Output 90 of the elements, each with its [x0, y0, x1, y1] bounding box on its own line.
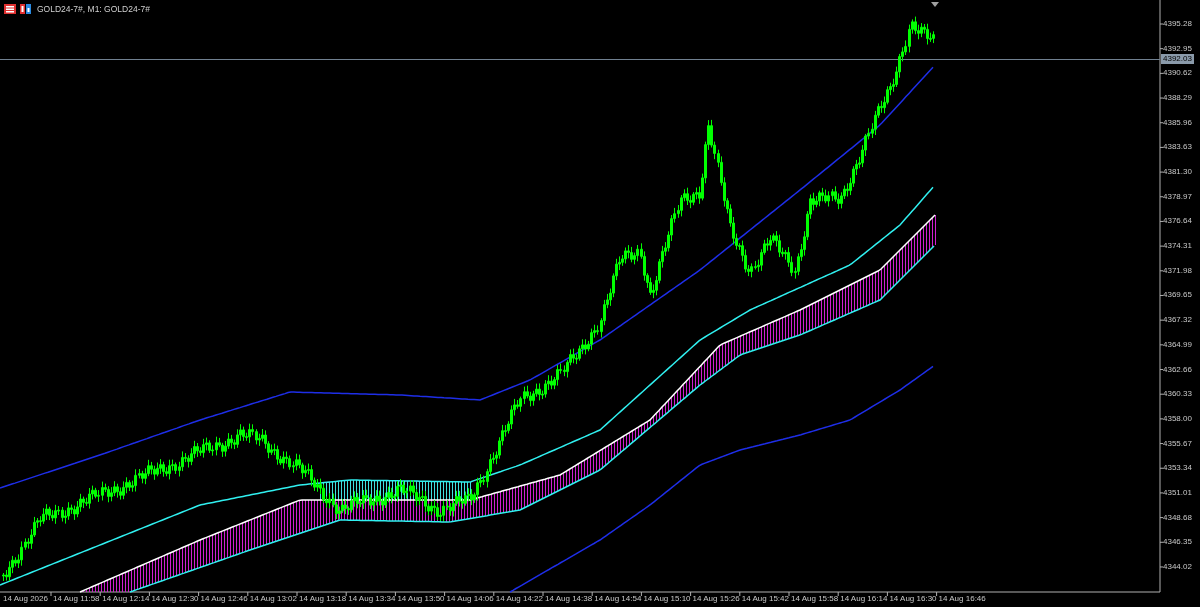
axis-tick: [1159, 171, 1164, 173]
price-label: 4374.31: [1163, 241, 1192, 252]
price-label: 4381.30: [1163, 167, 1192, 178]
axis-tick: [1159, 23, 1164, 25]
axis-tick: [542, 591, 544, 597]
price-label: 4388.29: [1163, 93, 1192, 104]
axis-tick: [1159, 566, 1164, 568]
time-label: 14 Aug 11:58: [53, 594, 100, 604]
time-label: 14 Aug 13:34: [348, 594, 396, 604]
price-label: 4383.63: [1163, 142, 1192, 153]
time-label: 14 Aug 13:50: [397, 594, 445, 604]
shift-marker-icon[interactable]: [931, 2, 939, 7]
time-label: 14 Aug 16:14: [840, 594, 888, 604]
price-label: 4360.33: [1163, 389, 1192, 400]
axis-tick: [1159, 196, 1164, 198]
axis-tick: [739, 591, 741, 597]
price-label: 4355.67: [1163, 438, 1192, 449]
axis-tick: [690, 591, 692, 597]
axis-tick: [1159, 270, 1164, 272]
price-label: 4348.68: [1163, 512, 1192, 523]
axis-tick: [345, 591, 347, 597]
axis-tick: [591, 591, 593, 597]
menu-icon[interactable]: [4, 4, 16, 14]
price-label: 4362.66: [1163, 364, 1192, 375]
axis-tick: [788, 591, 790, 597]
price-label: 4369.65: [1163, 290, 1192, 301]
time-label: 14 Aug 16:30: [889, 594, 937, 604]
axis-tick: [1159, 541, 1164, 543]
price-label: 4371.98: [1163, 265, 1192, 276]
axis-tick: [1159, 245, 1164, 247]
axis-tick: [493, 591, 495, 597]
axis-tick: [296, 591, 298, 597]
time-label: 14 Aug 14:38: [545, 594, 593, 604]
axis-tick: [1159, 492, 1164, 494]
price-label: 4367.32: [1163, 315, 1192, 326]
axis-tick: [50, 591, 52, 597]
price-label: 4358.00: [1163, 413, 1192, 424]
axis-tick: [886, 591, 888, 597]
axis-tick: [640, 591, 642, 597]
axis-tick: [444, 591, 446, 597]
price-label: 4346.35: [1163, 537, 1192, 548]
axis-tick: [1159, 97, 1164, 99]
axis-tick: [198, 591, 200, 597]
chart-icon[interactable]: [20, 4, 31, 14]
axis-tick: [837, 591, 839, 597]
axis-tick: [1159, 48, 1164, 50]
price-label: 4390.62: [1163, 68, 1192, 79]
axis-tick: [394, 591, 396, 597]
time-label: 14 Aug 15:26: [692, 594, 740, 604]
axis-tick: [1159, 295, 1164, 296]
axis-tick: [1159, 319, 1164, 321]
axis-tick: [1159, 220, 1164, 222]
time-label: 14 Aug 14:54: [594, 594, 642, 604]
axis-tick: [1159, 369, 1164, 370]
time-label: 14 Aug 14:22: [495, 594, 543, 604]
time-label: 14 Aug 15:10: [643, 594, 691, 604]
axis-tick: [1159, 344, 1164, 346]
time-label: 14 Aug 14:06: [446, 594, 494, 604]
price-label: 4395.28: [1163, 19, 1192, 29]
time-label: 14 Aug 13:18: [299, 594, 347, 604]
price-label: 4378.97: [1163, 191, 1192, 202]
axis-tick: [148, 591, 150, 597]
axis-tick: [1159, 517, 1164, 519]
axis-tick: [936, 591, 938, 597]
axis-tick: [99, 591, 101, 597]
time-label: 14 Aug 12:14: [102, 594, 150, 604]
time-label: 14 Aug 16:46: [938, 594, 986, 604]
time-label: 14 Aug 12:46: [200, 594, 248, 604]
chart-title: GOLD24-7#, M1: GOLD24-7#: [37, 4, 150, 14]
price-label: 4344.02: [1163, 561, 1192, 572]
axis-tick: [1159, 72, 1164, 74]
time-label: 14 Aug 15:58: [791, 594, 839, 604]
current-price-label: 4392.03: [1161, 54, 1194, 64]
time-label: 14 Aug 2026: [3, 594, 48, 604]
time-label: 14 Aug 15:42: [741, 594, 789, 604]
axis-tick: [1159, 146, 1164, 148]
axis-tick: [1159, 467, 1164, 469]
price-label: 4353.34: [1163, 463, 1192, 474]
time-label: 14 Aug 12:30: [151, 594, 199, 604]
price-label: 4385.96: [1163, 117, 1192, 128]
price-label: 4351.01: [1163, 487, 1192, 498]
price-label: 4376.64: [1163, 216, 1192, 227]
axis-tick: [1159, 418, 1164, 420]
axis-tick: [1159, 393, 1164, 395]
axis-tick: [247, 591, 249, 597]
price-label: 4392.95: [1163, 43, 1192, 54]
time-label: 14 Aug 13:02: [249, 594, 297, 604]
axis-tick: [1159, 443, 1164, 445]
price-label: 4364.99: [1163, 339, 1192, 350]
axis-tick: [1159, 122, 1164, 124]
